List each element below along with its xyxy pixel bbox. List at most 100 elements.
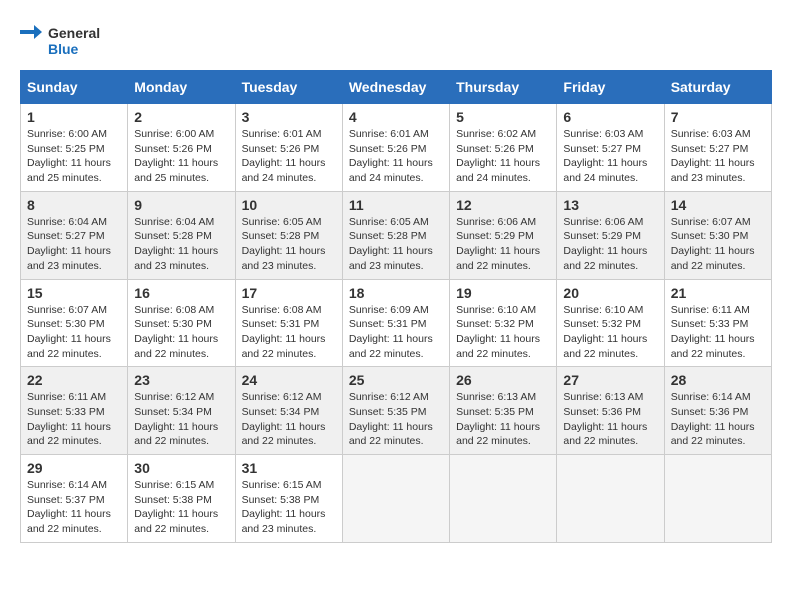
day-info: Sunrise: 6:05 AMSunset: 5:28 PMDaylight:… bbox=[242, 215, 336, 274]
calendar-cell: 8 Sunrise: 6:04 AMSunset: 5:27 PMDaylight… bbox=[21, 191, 128, 279]
logo-svg: GeneralBlue bbox=[20, 20, 100, 60]
day-number: 29 bbox=[27, 460, 121, 476]
svg-text:Blue: Blue bbox=[48, 41, 79, 57]
calendar-header-wednesday: Wednesday bbox=[342, 71, 449, 104]
calendar-header-monday: Monday bbox=[128, 71, 235, 104]
day-number: 27 bbox=[563, 372, 657, 388]
svg-text:General: General bbox=[48, 25, 100, 41]
calendar-header-row: SundayMondayTuesdayWednesdayThursdayFrid… bbox=[21, 71, 772, 104]
day-number: 9 bbox=[134, 197, 228, 213]
day-info: Sunrise: 6:04 AMSunset: 5:27 PMDaylight:… bbox=[27, 215, 121, 274]
day-info: Sunrise: 6:01 AMSunset: 5:26 PMDaylight:… bbox=[242, 127, 336, 186]
page-header: GeneralBlue bbox=[20, 20, 772, 60]
calendar-cell: 12Sunrise: 6:06 AMSunset: 5:29 PMDayligh… bbox=[450, 191, 557, 279]
day-number: 7 bbox=[671, 109, 765, 125]
calendar-cell: 14 Sunrise: 6:07 AMSunset: 5:30 PMDayligh… bbox=[664, 191, 771, 279]
day-info: Sunrise: 6:07 AMSunset: 5:30 PMDaylight:… bbox=[27, 303, 121, 362]
calendar-cell: 9 Sunrise: 6:04 AMSunset: 5:28 PMDaylight… bbox=[128, 191, 235, 279]
calendar-cell: 15 Sunrise: 6:07 AMSunset: 5:30 PMDayligh… bbox=[21, 279, 128, 367]
day-info: Sunrise: 6:15 AMSunset: 5:38 PMDaylight:… bbox=[134, 478, 228, 537]
day-info: Sunrise: 6:05 AMSunset: 5:28 PMDaylight:… bbox=[349, 215, 443, 274]
day-info: Sunrise: 6:11 AMSunset: 5:33 PMDaylight:… bbox=[27, 390, 121, 449]
day-number: 22 bbox=[27, 372, 121, 388]
calendar-cell: 31 Sunrise: 6:15 AMSunset: 5:38 PMDayligh… bbox=[235, 455, 342, 543]
calendar-cell: 10 Sunrise: 6:05 AMSunset: 5:28 PMDayligh… bbox=[235, 191, 342, 279]
calendar-header-sunday: Sunday bbox=[21, 71, 128, 104]
calendar-cell: 30 Sunrise: 6:15 AMSunset: 5:38 PMDayligh… bbox=[128, 455, 235, 543]
day-number: 5 bbox=[456, 109, 550, 125]
day-number: 28 bbox=[671, 372, 765, 388]
calendar-cell: 13 Sunrise: 6:06 AMSunset: 5:29 PMDayligh… bbox=[557, 191, 664, 279]
calendar-cell: 1Sunrise: 6:00 AMSunset: 5:25 PMDaylight… bbox=[21, 104, 128, 192]
day-number: 15 bbox=[27, 285, 121, 301]
calendar-cell: 25 Sunrise: 6:12 AMSunset: 5:35 PMDayligh… bbox=[342, 367, 449, 455]
day-number: 20 bbox=[563, 285, 657, 301]
day-number: 19 bbox=[456, 285, 550, 301]
calendar-cell bbox=[664, 455, 771, 543]
calendar-cell: 21 Sunrise: 6:11 AMSunset: 5:33 PMDayligh… bbox=[664, 279, 771, 367]
calendar-cell: 26 Sunrise: 6:13 AMSunset: 5:35 PMDayligh… bbox=[450, 367, 557, 455]
calendar-cell: 2 Sunrise: 6:00 AMSunset: 5:26 PMDaylight… bbox=[128, 104, 235, 192]
day-number: 25 bbox=[349, 372, 443, 388]
day-info: Sunrise: 6:04 AMSunset: 5:28 PMDaylight:… bbox=[134, 215, 228, 274]
day-number: 14 bbox=[671, 197, 765, 213]
calendar-cell: 27Sunrise: 6:13 AMSunset: 5:36 PMDayligh… bbox=[557, 367, 664, 455]
day-number: 26 bbox=[456, 372, 550, 388]
calendar-header-friday: Friday bbox=[557, 71, 664, 104]
day-info: Sunrise: 6:13 AMSunset: 5:35 PMDaylight:… bbox=[456, 390, 550, 449]
calendar-cell: 23Sunrise: 6:12 AMSunset: 5:34 PMDayligh… bbox=[128, 367, 235, 455]
day-number: 23 bbox=[134, 372, 228, 388]
day-number: 24 bbox=[242, 372, 336, 388]
calendar-cell: 3Sunrise: 6:01 AMSunset: 5:26 PMDaylight… bbox=[235, 104, 342, 192]
day-info: Sunrise: 6:00 AMSunset: 5:26 PMDaylight:… bbox=[134, 127, 228, 186]
calendar-cell: 29 Sunrise: 6:14 AMSunset: 5:37 PMDayligh… bbox=[21, 455, 128, 543]
calendar-cell: 22 Sunrise: 6:11 AMSunset: 5:33 PMDayligh… bbox=[21, 367, 128, 455]
day-number: 1 bbox=[27, 109, 121, 125]
day-number: 16 bbox=[134, 285, 228, 301]
logo: GeneralBlue bbox=[20, 20, 100, 60]
day-info: Sunrise: 6:10 AMSunset: 5:32 PMDaylight:… bbox=[563, 303, 657, 362]
day-number: 2 bbox=[134, 109, 228, 125]
calendar-week-4: 22 Sunrise: 6:11 AMSunset: 5:33 PMDayligh… bbox=[21, 367, 772, 455]
day-number: 13 bbox=[563, 197, 657, 213]
calendar-header-tuesday: Tuesday bbox=[235, 71, 342, 104]
day-number: 4 bbox=[349, 109, 443, 125]
calendar-header-saturday: Saturday bbox=[664, 71, 771, 104]
calendar-header-thursday: Thursday bbox=[450, 71, 557, 104]
calendar-cell: 18Sunrise: 6:09 AMSunset: 5:31 PMDayligh… bbox=[342, 279, 449, 367]
day-info: Sunrise: 6:15 AMSunset: 5:38 PMDaylight:… bbox=[242, 478, 336, 537]
calendar-cell: 16Sunrise: 6:08 AMSunset: 5:30 PMDayligh… bbox=[128, 279, 235, 367]
day-info: Sunrise: 6:12 AMSunset: 5:35 PMDaylight:… bbox=[349, 390, 443, 449]
calendar-cell bbox=[342, 455, 449, 543]
day-number: 11 bbox=[349, 197, 443, 213]
calendar-week-3: 15 Sunrise: 6:07 AMSunset: 5:30 PMDayligh… bbox=[21, 279, 772, 367]
day-number: 30 bbox=[134, 460, 228, 476]
day-number: 6 bbox=[563, 109, 657, 125]
calendar-week-1: 1Sunrise: 6:00 AMSunset: 5:25 PMDaylight… bbox=[21, 104, 772, 192]
calendar-cell bbox=[450, 455, 557, 543]
calendar-cell: 28Sunrise: 6:14 AMSunset: 5:36 PMDayligh… bbox=[664, 367, 771, 455]
day-info: Sunrise: 6:06 AMSunset: 5:29 PMDaylight:… bbox=[456, 215, 550, 274]
day-info: Sunrise: 6:09 AMSunset: 5:31 PMDaylight:… bbox=[349, 303, 443, 362]
calendar-table: SundayMondayTuesdayWednesdayThursdayFrid… bbox=[20, 70, 772, 543]
calendar-cell: 17 Sunrise: 6:08 AMSunset: 5:31 PMDayligh… bbox=[235, 279, 342, 367]
day-info: Sunrise: 6:11 AMSunset: 5:33 PMDaylight:… bbox=[671, 303, 765, 362]
calendar-cell: 4Sunrise: 6:01 AMSunset: 5:26 PMDaylight… bbox=[342, 104, 449, 192]
day-number: 8 bbox=[27, 197, 121, 213]
day-number: 31 bbox=[242, 460, 336, 476]
calendar-week-2: 8 Sunrise: 6:04 AMSunset: 5:27 PMDaylight… bbox=[21, 191, 772, 279]
day-info: Sunrise: 6:14 AMSunset: 5:37 PMDaylight:… bbox=[27, 478, 121, 537]
day-info: Sunrise: 6:06 AMSunset: 5:29 PMDaylight:… bbox=[563, 215, 657, 274]
day-info: Sunrise: 6:07 AMSunset: 5:30 PMDaylight:… bbox=[671, 215, 765, 274]
day-number: 21 bbox=[671, 285, 765, 301]
day-number: 10 bbox=[242, 197, 336, 213]
calendar-cell: 5Sunrise: 6:02 AMSunset: 5:26 PMDaylight… bbox=[450, 104, 557, 192]
calendar-week-5: 29 Sunrise: 6:14 AMSunset: 5:37 PMDayligh… bbox=[21, 455, 772, 543]
day-number: 17 bbox=[242, 285, 336, 301]
day-info: Sunrise: 6:08 AMSunset: 5:31 PMDaylight:… bbox=[242, 303, 336, 362]
day-info: Sunrise: 6:10 AMSunset: 5:32 PMDaylight:… bbox=[456, 303, 550, 362]
calendar-cell: 24 Sunrise: 6:12 AMSunset: 5:34 PMDayligh… bbox=[235, 367, 342, 455]
day-info: Sunrise: 6:03 AMSunset: 5:27 PMDaylight:… bbox=[563, 127, 657, 186]
calendar-cell: 6 Sunrise: 6:03 AMSunset: 5:27 PMDaylight… bbox=[557, 104, 664, 192]
day-info: Sunrise: 6:12 AMSunset: 5:34 PMDaylight:… bbox=[242, 390, 336, 449]
